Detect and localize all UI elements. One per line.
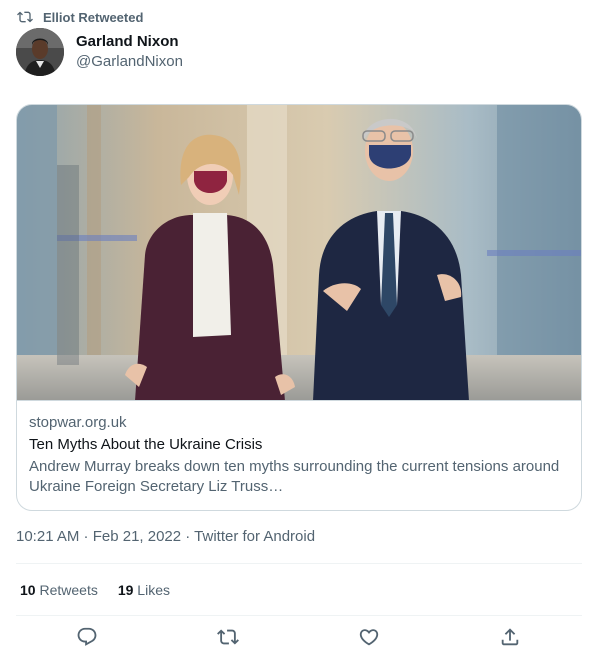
- likes-label: Likes: [137, 582, 170, 598]
- reply-icon: [76, 626, 98, 653]
- tweet-meta: 10:21 AM · Feb 21, 2022 · Twitter for An…: [16, 528, 316, 545]
- retweet-icon: [17, 9, 33, 25]
- retweets-count: 10: [20, 582, 36, 598]
- likes-count: 19: [117, 582, 134, 598]
- action-bar: [0, 624, 598, 654]
- likes-stat[interactable]: 19 Likes: [118, 580, 170, 600]
- author-name[interactable]: Garland Nixon: [76, 32, 183, 52]
- author-handle[interactable]: @GarlandNixon: [76, 52, 183, 72]
- divider: [16, 615, 582, 616]
- card-image[interactable]: [17, 105, 581, 401]
- retweet-banner[interactable]: Elliot Retweeted: [17, 8, 143, 26]
- card-text[interactable]: stopwar.org.uk Ten Myths About the Ukrai…: [29, 413, 569, 497]
- card-title: Ten Myths About the Ukraine Crisis: [29, 436, 263, 453]
- retweet-icon: [217, 626, 239, 653]
- avatar[interactable]: [16, 28, 64, 76]
- retweets-label: Retweets: [39, 582, 98, 598]
- card-domain: stopwar.org.uk: [29, 414, 127, 431]
- tweet-stats: 10 Retweets 19 Likes: [20, 580, 170, 600]
- like-icon: [358, 626, 380, 653]
- retweet-button[interactable]: [217, 628, 239, 650]
- author-block[interactable]: Garland Nixon @GarlandNixon: [76, 32, 183, 72]
- share-button[interactable]: [499, 626, 521, 653]
- divider: [16, 563, 582, 564]
- retweet-banner-label: Elliot Retweeted: [43, 9, 144, 25]
- retweets-stat[interactable]: 10 Retweets: [20, 580, 98, 600]
- reply-button[interactable]: [76, 626, 98, 653]
- share-icon: [499, 626, 521, 653]
- link-card[interactable]: stopwar.org.uk Ten Myths About the Ukrai…: [16, 104, 582, 511]
- like-button[interactable]: [358, 628, 380, 650]
- card-description: Andrew Murray breaks down ten myths surr…: [29, 458, 560, 495]
